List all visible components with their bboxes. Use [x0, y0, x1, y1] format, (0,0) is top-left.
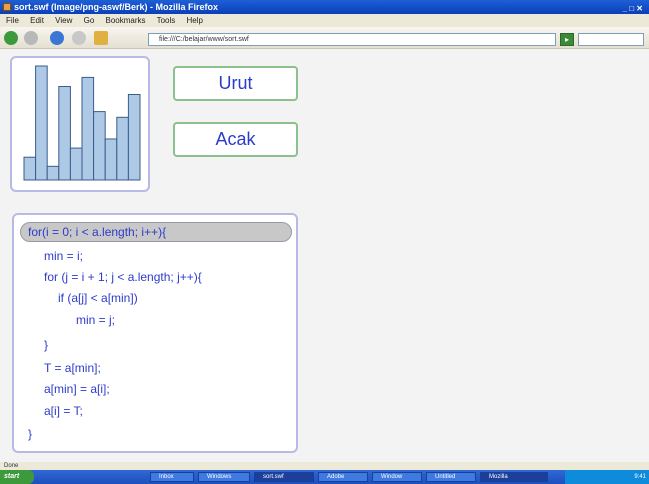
taskbar: start Inbox Windows sort.swf Adobe Windo…: [0, 470, 649, 484]
code-line: a[min] = a[i];: [44, 382, 110, 396]
forward-icon[interactable]: [24, 31, 38, 45]
start-button[interactable]: start: [0, 470, 34, 484]
menu-bar: File Edit View Go Bookmarks Tools Help: [0, 14, 649, 27]
chart-bar-3: [46, 165, 60, 181]
window-title: sort.swf (Image/png-aswf/Berk) - Mozilla…: [14, 2, 219, 12]
menu-bookmarks[interactable]: Bookmarks: [106, 16, 146, 25]
home-icon[interactable]: [94, 31, 108, 45]
random-button[interactable]: Acak: [173, 122, 298, 157]
menu-go[interactable]: Go: [84, 16, 95, 25]
code-line: T = a[min];: [44, 361, 101, 375]
menu-file[interactable]: File: [6, 16, 19, 25]
back-icon[interactable]: [4, 31, 18, 45]
chart-bar-2: [35, 65, 48, 181]
sort-button[interactable]: Urut: [173, 66, 298, 101]
stop-icon[interactable]: [72, 31, 86, 45]
taskbar-item[interactable]: Adobe: [318, 472, 368, 482]
go-button[interactable]: ▸: [560, 33, 574, 46]
chart-bar-9: [116, 116, 129, 181]
page-content: Urut Acak for(i = 0; i < a.length; i++){…: [0, 49, 649, 462]
taskbar-item[interactable]: Mozilla: [480, 472, 548, 482]
chart-bar-8: [104, 138, 118, 181]
code-line: for(i = 0; i < a.length; i++){: [28, 225, 167, 239]
search-input[interactable]: [578, 33, 644, 46]
chart-bar-7: [93, 111, 106, 181]
taskbar-item[interactable]: Untitled: [426, 472, 476, 482]
code-panel: for(i = 0; i < a.length; i++){ min = i; …: [12, 213, 298, 453]
bar-chart: [23, 65, 141, 181]
taskbar-item[interactable]: sort.swf: [254, 472, 314, 482]
chart-bar-5: [69, 147, 83, 181]
code-line: if (a[j] < a[min]): [58, 291, 138, 305]
taskbar-item[interactable]: Windows: [198, 472, 250, 482]
system-tray: 9:41: [565, 470, 649, 484]
code-line: min = i;: [44, 249, 84, 263]
reload-icon[interactable]: [50, 31, 64, 45]
menu-tools[interactable]: Tools: [157, 16, 176, 25]
window-title-bar: sort.swf (Image/png-aswf/Berk) - Mozilla…: [0, 0, 649, 14]
code-line: min = j;: [76, 313, 116, 327]
code-line: }: [28, 427, 33, 441]
taskbar-item[interactable]: Window: [372, 472, 422, 482]
chart-bar-10: [127, 94, 141, 181]
chart-bar-4: [58, 86, 71, 181]
chart-bar-1: [23, 156, 37, 181]
menu-edit[interactable]: Edit: [30, 16, 44, 25]
address-bar[interactable]: file:///C:/belajar/www/sort.swf: [148, 33, 556, 46]
status-bar: Done: [0, 462, 649, 470]
window-controls[interactable]: _ □ ✕: [623, 2, 643, 14]
menu-help[interactable]: Help: [187, 16, 203, 25]
taskbar-item[interactable]: Inbox: [150, 472, 194, 482]
code-line: a[i] = T;: [44, 404, 83, 418]
bar-chart-panel: [10, 56, 150, 192]
code-line: for (j = i + 1; j < a.length; j++){: [44, 270, 202, 284]
code-line: }: [44, 338, 49, 352]
app-icon: [3, 3, 11, 11]
menu-view[interactable]: View: [55, 16, 72, 25]
clock: 9:41: [634, 474, 646, 480]
chart-bar-6: [81, 76, 95, 181]
